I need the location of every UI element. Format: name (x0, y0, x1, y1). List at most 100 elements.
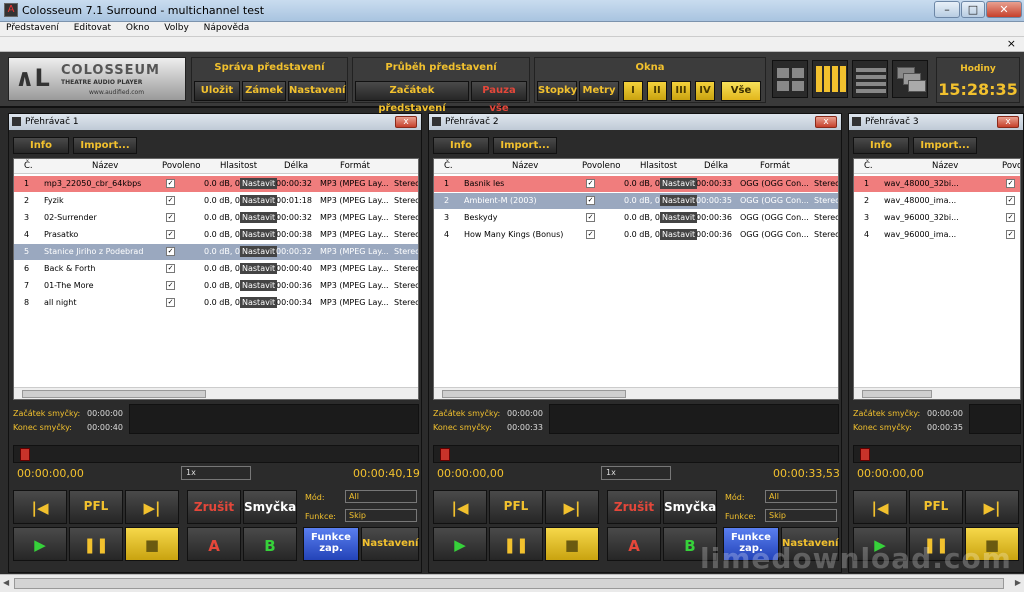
table-row[interactable]: 7 01-The More ✓ 0.0 dB, 0 Nastavit 00:00:36 MP… (14, 278, 418, 294)
seek-bar[interactable] (853, 445, 1021, 463)
enabled-checkbox[interactable]: ✓ (166, 247, 175, 256)
table-row[interactable]: 2 Fyzik ✓ 0.0 dB, 0 Nastavit 00:01:18 MP3 (MPE… (14, 193, 418, 209)
set-volume-button[interactable]: Nastavit (240, 280, 278, 291)
window-3-button[interactable]: III (671, 81, 691, 101)
seek-handle[interactable] (860, 448, 870, 461)
set-volume-button[interactable]: Nastavit (660, 212, 698, 223)
prev-button[interactable]: |◀ (853, 490, 907, 524)
list-scrollbar[interactable] (854, 387, 1020, 399)
speed-select[interactable]: 1x (181, 466, 251, 480)
table-row[interactable]: 1 wav_48000_32bi... ✓ (854, 176, 1020, 192)
table-row[interactable]: 4 Prasatko ✓ 0.0 dB, 0 Nastavit 00:00:38 MP3 (… (14, 227, 418, 243)
scroll-right-icon[interactable]: ▶ (1015, 578, 1021, 587)
list-scrollbar-thumb[interactable] (22, 390, 206, 398)
enabled-checkbox[interactable]: ✓ (166, 230, 175, 239)
set-volume-button[interactable]: Nastavit (240, 246, 278, 257)
table-row[interactable]: 6 Back & Forth ✓ 0.0 dB, 0 Nastavit 00:00:40 M… (14, 261, 418, 277)
table-row[interactable]: 3 02-Surrender ✓ 0.0 dB, 0 Nastavit 00:00:32 M… (14, 210, 418, 226)
doc-close-icon[interactable]: × (1007, 37, 1016, 50)
column-num[interactable]: Č. (444, 161, 453, 171)
table-row[interactable]: 4 wav_96000_ima... ✓ (854, 227, 1020, 243)
meters-button[interactable]: Metry (579, 81, 619, 101)
set-volume-button[interactable]: Nastavit (240, 195, 278, 206)
scrollbar-thumb[interactable] (14, 578, 1004, 589)
settings-button[interactable]: Nastavení (288, 81, 346, 101)
function-on-button[interactable]: Funkce zap. (303, 527, 359, 561)
enabled-checkbox[interactable]: ✓ (166, 196, 175, 205)
window-1-button[interactable]: I (623, 81, 643, 101)
set-volume-button[interactable]: Nastavit (240, 263, 278, 274)
table-row[interactable]: 4 How Many Kings (Bonus) ✓ 0.0 dB, 0 Nastavi… (434, 227, 838, 243)
player-close-icon[interactable]: x (997, 116, 1019, 128)
play-button[interactable]: ▶ (13, 527, 67, 561)
pause-all-button[interactable]: Pauza vše (471, 81, 527, 114)
enabled-checkbox[interactable]: ✓ (586, 230, 595, 239)
window-2-button[interactable]: II (647, 81, 667, 101)
enabled-checkbox[interactable]: ✓ (166, 179, 175, 188)
table-row[interactable]: 5 Stanice Jiriho z Podebrad ✓ 0.0 dB, 0 Nast… (14, 244, 418, 260)
menu-editovat[interactable]: Editovat (68, 22, 117, 34)
horizontal-scrollbar[interactable]: ◀ ▶ (0, 574, 1024, 592)
info-button[interactable]: Info (433, 137, 489, 154)
set-volume-button[interactable]: Nastavit (240, 229, 278, 240)
set-volume-button[interactable]: Nastavit (660, 229, 698, 240)
menu-volby[interactable]: Volby (158, 22, 195, 34)
list-scrollbar-thumb[interactable] (442, 390, 626, 398)
column-name[interactable]: Název (932, 161, 958, 171)
enabled-checkbox[interactable]: ✓ (166, 298, 175, 307)
set-volume-button[interactable]: Nastavit (240, 212, 278, 223)
column-enabled[interactable]: Povoleno (1002, 161, 1020, 171)
pause-button[interactable]: ❚❚ (489, 527, 543, 561)
mode-select[interactable]: All (345, 490, 417, 503)
layout-rows-icon[interactable] (852, 60, 888, 98)
import-button[interactable]: Import... (493, 137, 557, 154)
minimize-button[interactable]: – (934, 1, 960, 18)
loop-a-button[interactable]: A (607, 527, 661, 561)
seek-handle[interactable] (20, 448, 30, 461)
set-volume-button[interactable]: Nastavit (240, 178, 278, 189)
enabled-checkbox[interactable]: ✓ (1006, 179, 1015, 188)
enabled-checkbox[interactable]: ✓ (166, 213, 175, 222)
play-button[interactable]: ▶ (433, 527, 487, 561)
column-length[interactable]: Délka (704, 161, 728, 171)
layout-cascade-icon[interactable] (892, 60, 928, 98)
loop-button[interactable]: Smyčka (243, 490, 297, 524)
seek-handle[interactable] (440, 448, 450, 461)
cancel-loop-button[interactable]: Zrušit (187, 490, 241, 524)
scroll-left-icon[interactable]: ◀ (3, 578, 9, 587)
column-format[interactable]: Formát (760, 161, 790, 171)
table-row[interactable]: 1 Basnik les ✓ 0.0 dB, 0 Nastavit 00:00:33 OGG… (434, 176, 838, 192)
table-row[interactable]: 3 Beskydy ✓ 0.0 dB, 0 Nastavit 00:00:36 OGG (O… (434, 210, 838, 226)
function-select[interactable]: Skip (345, 509, 417, 522)
menu-okno[interactable]: Okno (120, 22, 156, 34)
enabled-checkbox[interactable]: ✓ (166, 264, 175, 273)
enabled-checkbox[interactable]: ✓ (1006, 213, 1015, 222)
track-list[interactable]: Č. Název Povoleno 1 wav_48000_32bi... ✓ 2 wav_4… (853, 158, 1021, 400)
save-button[interactable]: Uložit (194, 81, 240, 101)
pause-button[interactable]: ❚❚ (69, 527, 123, 561)
window-all-button[interactable]: Vše (721, 81, 761, 101)
maximize-button[interactable]: □ (961, 1, 985, 18)
menu-predstaveni[interactable]: Představení (0, 22, 65, 34)
player-close-icon[interactable]: x (395, 116, 417, 128)
column-length[interactable]: Délka (284, 161, 308, 171)
layout-grid-icon[interactable] (772, 60, 808, 98)
table-row[interactable]: 8 all night ✓ 0.0 dB, 0 Nastavit 00:00:34 MP3 … (14, 295, 418, 311)
layout-columns-icon[interactable] (812, 60, 848, 98)
column-num[interactable]: Č. (864, 161, 873, 171)
window-4-button[interactable]: IV (695, 81, 715, 101)
table-row[interactable]: 3 wav_96000_32bi... ✓ (854, 210, 1020, 226)
prev-button[interactable]: |◀ (13, 490, 67, 524)
set-volume-button[interactable]: Nastavit (240, 297, 278, 308)
lock-button[interactable]: Zámek (242, 81, 286, 101)
stopwatch-button[interactable]: Stopky (537, 81, 577, 101)
next-button[interactable]: ▶| (545, 490, 599, 524)
import-button[interactable]: Import... (73, 137, 137, 154)
enabled-checkbox[interactable]: ✓ (586, 196, 595, 205)
pfl-button[interactable]: PFL (909, 490, 963, 524)
enabled-checkbox[interactable]: ✓ (1006, 230, 1015, 239)
prev-button[interactable]: |◀ (433, 490, 487, 524)
column-enabled[interactable]: Povoleno (582, 161, 620, 171)
stop-button[interactable]: ■ (125, 527, 179, 561)
table-row[interactable]: 2 wav_48000_ima... ✓ (854, 193, 1020, 209)
